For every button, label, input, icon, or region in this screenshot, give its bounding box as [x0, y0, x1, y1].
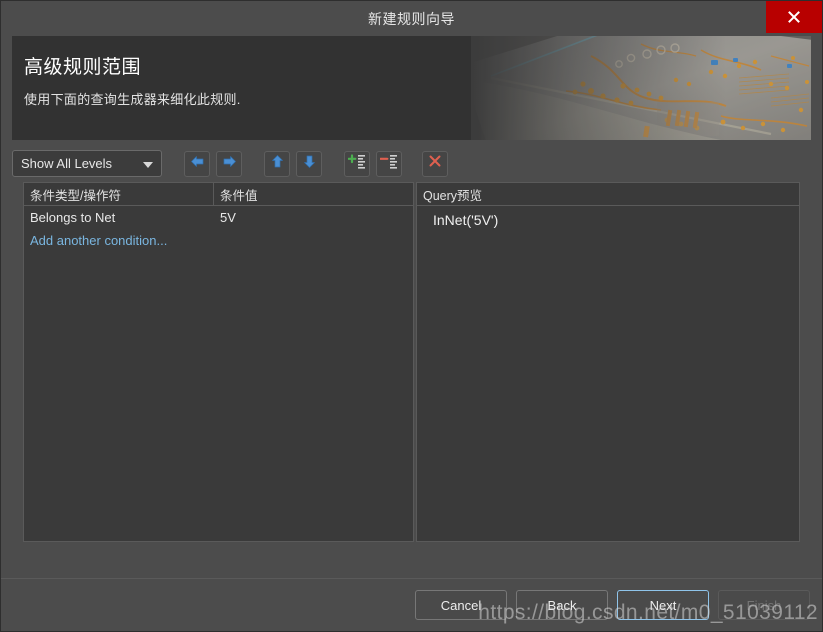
- conditions-table-header: 条件类型/操作符 条件值: [24, 183, 413, 206]
- query-preview-text: InNet('5V'): [433, 212, 499, 228]
- back-button[interactable]: Back: [516, 590, 608, 620]
- cancel-button[interactable]: Cancel: [415, 590, 507, 620]
- next-button[interactable]: Next: [617, 590, 709, 620]
- title-bar: 新建规则向导: [1, 1, 822, 36]
- finish-button: Finish: [718, 590, 810, 620]
- delete-x-icon: [428, 154, 442, 173]
- query-preview-body: InNet('5V'): [417, 206, 799, 541]
- delete-group: [416, 150, 448, 177]
- column-header-query-preview: Query预览: [423, 188, 483, 203]
- column-header-condition-value[interactable]: 条件值: [214, 183, 413, 205]
- query-preview-header: Query预览: [417, 183, 799, 206]
- new-rule-wizard-dialog: 新建规则向导 高级规则范围 使用下面的查询生成器来细化此规则. Show All…: [0, 0, 823, 632]
- banner-text-block: 高级规则范围 使用下面的查询生成器来细化此规则.: [12, 36, 811, 108]
- move-right-button[interactable]: [216, 150, 242, 177]
- move-down-button[interactable]: [296, 150, 322, 177]
- close-icon: [787, 10, 801, 24]
- level-filter-dropdown[interactable]: Show All Levels: [12, 150, 162, 177]
- banner-title: 高级规则范围: [24, 57, 142, 78]
- move-up-button[interactable]: [264, 150, 290, 177]
- cell-condition-type: Belongs to Net: [30, 210, 116, 225]
- conditions-table-body: Belongs to Net 5V Add another condition.…: [24, 206, 413, 541]
- query-builder-panels: 条件类型/操作符 条件值 Belongs to Net 5V Add anoth…: [23, 182, 800, 542]
- dialog-footer: Cancel Back Next Finish https://blog.csd…: [1, 578, 822, 631]
- back-button-label: Back: [547, 597, 577, 613]
- banner: 高级规则范围 使用下面的查询生成器来细化此规则.: [12, 36, 811, 140]
- cell-condition-value: 5V: [220, 210, 236, 225]
- horizontal-move-group: [178, 150, 242, 177]
- row-edit-group: [338, 150, 402, 177]
- level-filter-value: Show All Levels: [21, 156, 113, 171]
- close-button[interactable]: [766, 1, 822, 33]
- cancel-button-label: Cancel: [440, 597, 482, 613]
- vertical-move-group: [258, 150, 322, 177]
- conditions-table: 条件类型/操作符 条件值 Belongs to Net 5V Add anoth…: [23, 182, 414, 542]
- add-condition-button[interactable]: [344, 150, 370, 177]
- window-title: 新建规则向导: [368, 10, 455, 27]
- move-left-button[interactable]: [184, 150, 210, 177]
- delete-all-button[interactable]: [422, 150, 448, 177]
- arrow-up-icon: [271, 154, 284, 174]
- add-row-icon: [347, 153, 367, 174]
- banner-subtitle: 使用下面的查询生成器来细化此规则.: [24, 92, 241, 107]
- next-button-label: Next: [649, 597, 677, 613]
- finish-button-label: Finish: [746, 597, 782, 613]
- query-preview-panel: Query预览 InNet('5V'): [416, 182, 800, 542]
- query-builder-toolbar: Show All Levels: [12, 140, 811, 180]
- chevron-down-icon: [143, 161, 153, 168]
- content-area: Show All Levels 条件类型/操作符 条件值 Belongs to …: [1, 140, 822, 578]
- table-row[interactable]: Belongs to Net 5V: [24, 206, 413, 229]
- remove-row-icon: [379, 154, 399, 174]
- remove-condition-button[interactable]: [376, 150, 402, 177]
- column-header-condition-type[interactable]: 条件类型/操作符: [24, 183, 214, 205]
- add-another-condition-link[interactable]: Add another condition...: [24, 229, 413, 252]
- arrow-down-icon: [303, 154, 316, 174]
- arrow-left-icon: [190, 155, 205, 173]
- arrow-right-icon: [222, 155, 237, 173]
